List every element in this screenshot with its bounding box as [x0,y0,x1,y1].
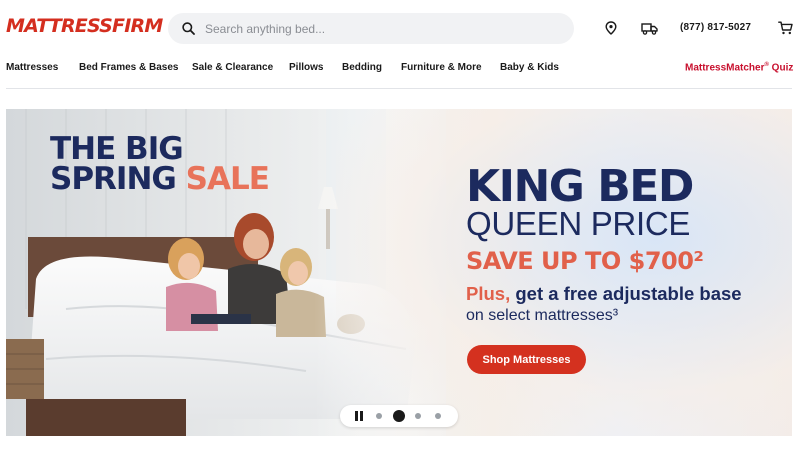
free-base-offer: Plus, get a free adjustable base [466,283,742,305]
search-input[interactable] [205,21,545,36]
carousel-dot-2[interactable] [393,410,405,422]
nav-item-mattresses[interactable]: Mattresses [6,62,58,73]
title-line-2: SPRING SALE [50,161,270,197]
nav-item-furniture-more[interactable]: Furniture & More [401,62,482,73]
nav-divider [6,88,792,89]
main-navigation: Mattresses Bed Frames & Bases Sale & Cle… [0,62,800,78]
plus-word: Plus, [466,283,511,304]
carousel-dot-1[interactable] [376,413,382,419]
free-base-text: get a free adjustable base [510,283,742,304]
nav-item-baby-kids[interactable]: Baby & Kids [500,62,559,73]
subheadline-queen-price: QUEEN PRICE [466,205,691,242]
quiz-label: MattressMatcher [685,62,765,74]
spring-sale-title: THE BIG SPRING SALE [50,131,270,197]
carousel-dot-4[interactable] [435,413,441,419]
pause-icon[interactable] [354,411,364,421]
site-header: MATTRESSFIRM (877) 817-5027 [0,0,800,56]
search-icon [182,22,195,35]
location-pin-icon[interactable] [602,19,620,37]
nav-item-bedding[interactable]: Bedding [342,62,382,73]
save-offer-text: SAVE UP TO $700² [466,247,704,275]
quiz-suffix: Quiz [768,62,794,74]
phone-number-link[interactable]: (877) 817-5027 [680,22,751,33]
mattress-matcher-quiz-link[interactable]: MattressMatcher® Quiz [685,62,793,73]
carousel-controls [340,405,458,427]
shop-mattresses-button[interactable]: Shop Mattresses [467,345,586,374]
title-spring: SPRING [50,161,186,197]
hero-banner[interactable]: THE BIG SPRING SALE KING BED QUEEN PRICE… [6,109,792,436]
nav-item-pillows[interactable]: Pillows [289,62,323,73]
cart-icon[interactable] [776,19,794,37]
nav-item-sale-clearance[interactable]: Sale & Clearance [192,62,273,73]
select-mattresses-text: on select mattresses³ [466,307,619,324]
mattress-firm-logo[interactable]: MATTRESSFIRM [6,15,163,37]
nav-item-bed-frames-bases[interactable]: Bed Frames & Bases [79,62,179,73]
search-bar[interactable] [168,13,574,44]
title-sale: SALE [185,161,270,197]
headline-king-bed: KING BED [466,161,694,212]
delivery-truck-icon[interactable] [640,19,658,37]
title-line-1: THE BIG [50,131,184,167]
carousel-dot-3[interactable] [415,413,421,419]
